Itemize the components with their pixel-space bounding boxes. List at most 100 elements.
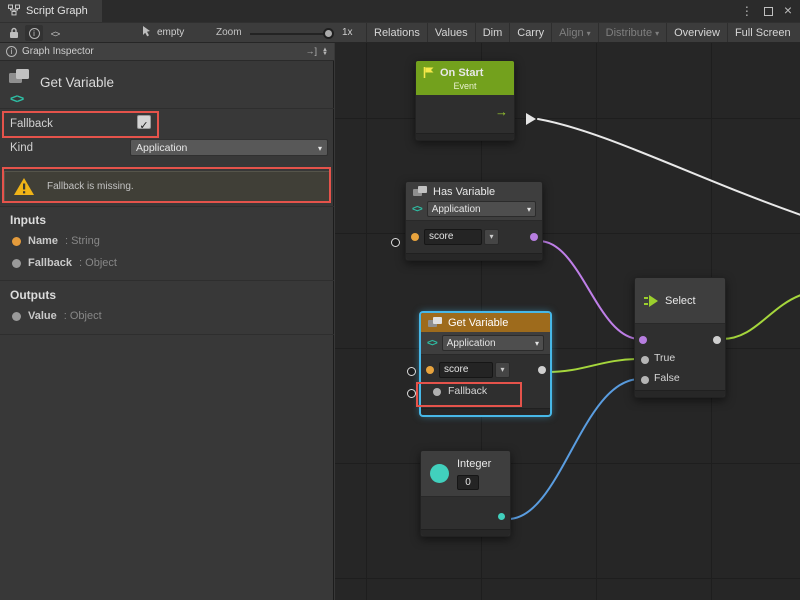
wire-hasvariable-to-select-condition[interactable] [539,241,640,339]
variable-picker-button[interactable]: ▾ [495,362,510,378]
code-view-button[interactable] [46,25,64,41]
zoom-slider-handle[interactable] [323,28,334,39]
node-header: On Start Event [416,61,514,95]
hasvariable-name-port-ring[interactable] [391,238,400,247]
inspect-toggle-button[interactable] [25,25,43,41]
node-header-kind: <> Application [421,332,550,355]
wire-select-output[interactable] [722,295,800,339]
maximize-icon[interactable] [764,7,773,16]
variables-icon [427,316,443,329]
integer-value-field[interactable]: 0 [457,475,479,490]
relations-button[interactable]: Relations [366,23,427,42]
outputs-section-title: Outputs [10,288,56,302]
fallback-checkbox[interactable] [137,115,151,129]
info-icon [6,46,17,57]
toolbar-buttons: Relations Values Dim Carry Align Distrib… [366,23,800,42]
graph-inspector-panel: Graph Inspector ▲▼ <> Get Variable Fallb… [0,43,334,600]
warning-icon [13,177,35,196]
fullscreen-button[interactable]: Full Screen [727,23,798,42]
true-input-port[interactable] [641,356,649,364]
node-body [416,95,514,133]
input-pin-fallback: Fallback : Object [12,257,117,269]
select-icon [643,293,659,309]
code-icon [51,24,60,42]
code-icon: <> [10,91,23,106]
lock-icon[interactable] [5,25,23,41]
graph-canvas[interactable]: On Start Event Has Variable <> Applicati… [335,43,800,600]
overview-button[interactable]: Overview [666,23,727,42]
getvariable-fallback-port-ring[interactable] [407,389,416,398]
variable-name-field[interactable]: score [424,229,482,245]
code-icon: <> [427,338,437,349]
node-integer[interactable]: Integer 0 [420,450,511,537]
collapse-expand-icon[interactable]: ▲▼ [322,48,328,56]
selection-output-port[interactable] [713,336,721,344]
menu-kebab-icon[interactable] [741,2,753,20]
node-body: True False [635,324,725,390]
object-port-icon [12,312,21,321]
variables-icon [8,67,32,90]
flag-icon [422,66,435,79]
wire-getvariable-to-select-true[interactable] [547,359,640,372]
string-port-icon [12,237,21,246]
condition-input-port[interactable] [639,336,647,344]
output-pin-value: Value : Object [12,310,102,322]
value-output-port[interactable] [538,366,546,374]
zoom-slider-track[interactable] [250,33,332,35]
fallback-field-label: Fallback [10,118,53,130]
fallback-input-port[interactable] [433,388,441,396]
chevron-down-icon [318,142,322,154]
node-body: score ▾ [406,221,542,253]
variable-name-field[interactable]: score [439,362,493,378]
chevron-down-icon [587,27,591,39]
node-header: Has Variable <> Application [406,182,542,221]
tab-script-graph[interactable]: Script Graph [0,0,102,22]
carry-button[interactable]: Carry [509,23,551,42]
warning-text: Fallback is missing. [47,181,134,192]
pick-cursor-icon [142,25,152,40]
selection-status: empty [142,23,184,42]
dock-icon[interactable] [306,46,318,57]
integer-icon [430,464,449,483]
node-header-warning: Get Variable [421,313,550,332]
node-title: Get Variable [448,317,508,329]
kind-dropdown[interactable]: Application [427,201,536,217]
node-title: On Start [440,67,483,79]
node-on-start[interactable]: On Start Event [415,60,515,141]
close-icon[interactable] [784,2,792,20]
variable-picker-button[interactable]: ▾ [484,229,499,245]
dim-button[interactable]: Dim [475,23,510,42]
zoom-value: 1x [342,27,353,38]
object-port-icon [12,259,21,268]
script-graph-icon [8,4,20,19]
node-has-variable[interactable]: Has Variable <> Application score ▾ [405,181,543,261]
integer-output-port[interactable] [498,513,505,520]
inspector-title: Graph Inspector [22,46,94,57]
bool-output-port[interactable] [530,233,538,241]
inputs-section-title: Inputs [10,213,46,227]
false-input-port[interactable] [641,376,649,384]
fallback-port-label: Fallback [448,385,487,397]
node-body: score ▾ Fallback [421,355,550,408]
node-get-variable[interactable]: Get Variable <> Application score ▾ Fall… [420,312,551,416]
wire-layer [335,43,800,600]
node-title: Integer [457,458,491,470]
node-title: Has Variable [433,186,495,198]
onstart-flow-output-port[interactable] [526,113,536,125]
wire-onstart-flow[interactable] [538,119,800,215]
kind-dropdown[interactable]: Application [130,139,328,156]
node-header: Integer 0 [421,451,510,497]
node-select[interactable]: Select True False [634,277,726,398]
kind-dropdown-value: Application [136,142,187,154]
align-button[interactable]: Align [551,23,597,42]
warning-box: Fallback is missing. [4,171,330,202]
name-input-port[interactable] [411,233,419,241]
kind-dropdown[interactable]: Application [442,335,544,351]
values-button[interactable]: Values [427,23,475,42]
name-input-port[interactable] [426,366,434,374]
distribute-button[interactable]: Distribute [598,23,666,42]
node-subtitle: Event [422,81,508,91]
getvariable-name-port-ring[interactable] [407,367,416,376]
node-body [421,497,510,529]
chevron-down-icon [527,204,531,215]
